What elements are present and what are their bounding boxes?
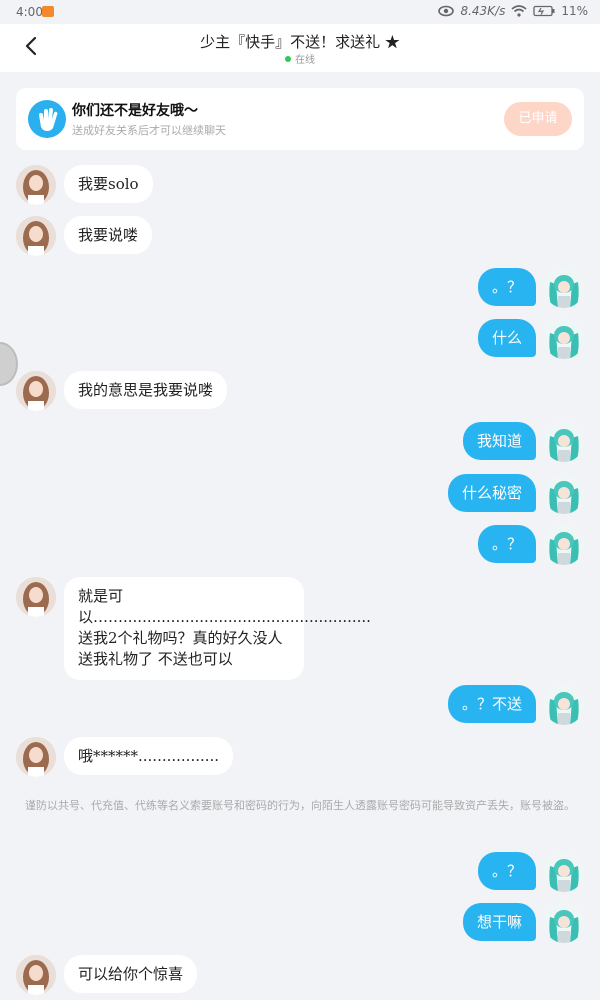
status-time: 4:00 (16, 5, 43, 19)
online-dot-icon (285, 56, 291, 62)
message-bubble-incoming: 可以给你个惊喜 (64, 955, 198, 993)
message-bubble-incoming: 我的意思是我要说喽 (64, 371, 228, 409)
friend-request-card: 你们还不是好友哦～ 送成好友关系后才可以继续聊天 已申请 (16, 88, 584, 150)
chat-header: 少主『快手』不送！求送礼 ★ 在线 (0, 24, 600, 72)
message-bubble-outgoing: 。？ (477, 268, 536, 306)
message-bubble-outgoing: 。？ (477, 852, 536, 890)
contact-avatar[interactable] (16, 371, 56, 411)
friend-card-title: 你们还不是好友哦～ (72, 103, 198, 119)
my-avatar[interactable] (544, 525, 584, 565)
my-avatar[interactable] (544, 268, 584, 308)
message-bubble-incoming: 我要说喽 (64, 216, 153, 254)
waving-hand-icon (28, 100, 66, 138)
message-bubble-outgoing: 想干嘛 (462, 903, 536, 941)
contact-avatar[interactable] (16, 737, 56, 777)
friend-card-subtitle: 送成好友关系后才可以继续聊天 (72, 124, 226, 137)
chat-title: 少主『快手』不送！求送礼 ★ (200, 33, 400, 51)
contact-avatar[interactable] (16, 955, 56, 995)
message-bubble-incoming: 就是可以……..................................… (64, 577, 371, 680)
my-avatar[interactable] (544, 903, 584, 943)
message-bubble-outgoing: 。？ (477, 525, 536, 563)
my-avatar[interactable] (544, 852, 584, 892)
safety-notice: 谨防以共号、代充值、代练等名义索要账号和密码的行为，向陌生人透露账号密码可能导致… (25, 799, 575, 812)
contact-avatar[interactable] (16, 165, 56, 205)
message-bubble-incoming: 哦******................. (64, 737, 234, 775)
my-avatar[interactable] (544, 422, 584, 462)
message-bubble-outgoing: 什么秘密 (447, 474, 536, 512)
wifi-icon (511, 5, 527, 17)
my-avatar[interactable] (544, 685, 584, 725)
message-bubble-outgoing: 我知道 (462, 422, 536, 460)
applied-button[interactable]: 已申请 (504, 102, 572, 136)
message-bubble-outgoing: 。？不送 (447, 685, 536, 723)
my-avatar[interactable] (544, 474, 584, 514)
battery-icon (533, 5, 555, 17)
eye-icon (438, 5, 455, 17)
message-bubble-outgoing: 什么 (477, 319, 536, 357)
net-speed: 8.43K/s (460, 4, 506, 18)
contact-avatar[interactable] (16, 577, 56, 617)
my-avatar[interactable] (544, 319, 584, 359)
online-status-label: 在线 (295, 55, 315, 66)
battery-level: 11% (561, 4, 588, 18)
contact-avatar[interactable] (16, 216, 56, 256)
online-status: 在线 (0, 51, 600, 66)
app-notification-icon (42, 6, 54, 17)
floating-assist-button[interactable] (0, 342, 18, 386)
status-bar: 4:00 8.43K/s 11% (0, 0, 600, 24)
message-bubble-incoming: 我要solo (64, 165, 153, 203)
